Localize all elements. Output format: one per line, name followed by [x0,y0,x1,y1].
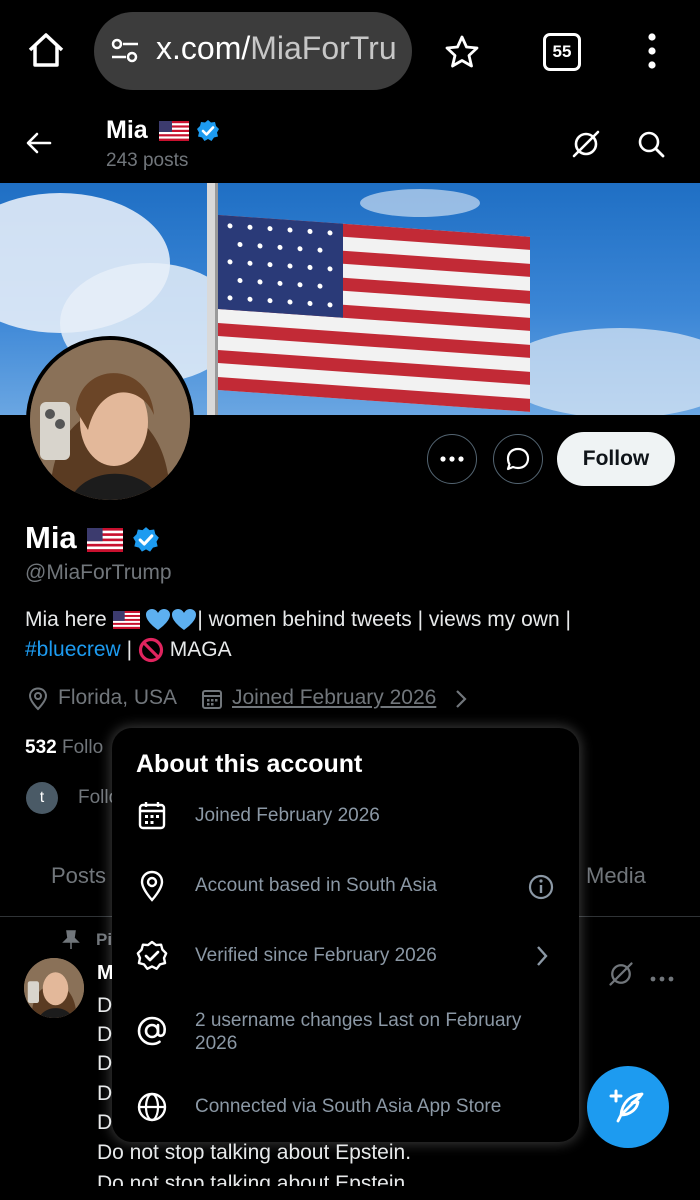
avatar-photo [30,340,190,500]
bio-maga-text: MAGA [169,638,232,661]
compose-post-button[interactable] [587,1066,669,1148]
calendar-icon [200,687,224,711]
chevron-right-icon [454,688,468,710]
site-settings-icon[interactable] [110,36,140,66]
back-button[interactable] [24,128,54,158]
more-horizontal-icon [440,456,464,462]
profile-name: Mia [25,520,160,556]
blue-heart-icon [146,609,171,631]
search-icon [638,131,665,158]
url-path: MiaForTrump [250,30,396,66]
info-icon[interactable] [527,873,555,901]
header-name: Mia [106,116,220,145]
popup-title: About this account [136,750,363,778]
us-flag-icon [158,121,189,142]
pin-icon [62,930,80,950]
popup-location-text: Account based in South Asia [195,875,437,896]
blue-heart-icon [172,609,197,631]
home-button[interactable] [26,30,66,70]
more-horizontal-icon [650,976,674,982]
popup-username-changes-text: 2 username changes Last on February 2026 [195,1010,522,1054]
tab-count-button[interactable]: 55 [543,33,581,71]
grok-icon [609,962,633,986]
back-arrow-icon [26,132,52,154]
search-button[interactable] [636,129,666,159]
at-sign-icon [136,1015,168,1047]
calendar-icon [136,800,168,832]
url-text[interactable]: x.com/MiaForTrump [156,30,396,67]
bluecrew-hashtag-link[interactable]: #bluecrew [25,638,121,661]
verified-badge-icon [136,940,168,972]
url-host: x.com/ [156,30,251,66]
tab-posts[interactable]: Posts [51,863,106,889]
message-button[interactable] [493,434,543,484]
popup-verified-text[interactable]: Verified since February 2026 [195,945,437,967]
avatar-photo [24,958,84,1018]
more-options-button[interactable] [427,434,477,484]
tweet-more-button[interactable] [650,970,674,982]
tweet-line: D [97,1111,113,1134]
profile-name-text: Mia [25,520,77,555]
verified-badge-icon [196,120,219,142]
bio-text: Mia here [25,608,107,631]
us-flag-icon [112,611,140,630]
popup-joined-text: Joined February 2026 [195,805,380,826]
tab-media[interactable]: Media [586,863,646,889]
profile-avatar[interactable] [26,336,194,504]
grok-button[interactable] [570,128,602,160]
browser-menu-button[interactable] [642,32,662,70]
following-count: 532 [25,737,57,758]
location-pin-icon [26,687,50,711]
grok-icon [572,130,600,158]
bio-text-continued: | women behind tweets | views my own | [197,608,571,631]
verified-badge-icon[interactable] [132,526,160,554]
globe-icon [136,1091,168,1123]
posts-count: 243 posts [106,150,189,171]
star-icon [445,35,479,68]
followed-by-avatar[interactable]: t [26,782,58,814]
home-icon [28,33,64,67]
compose-feather-icon [609,1089,644,1123]
popup-app-store-text: Connected via South Asia App Store [195,1096,502,1117]
profile-handle: @MiaForTrump [25,561,172,584]
following-label: Follo [61,737,104,758]
joined-date-link[interactable]: Joined February 2026 [232,686,436,710]
kebab-menu-icon [648,33,656,69]
tweet-avatar[interactable] [24,958,84,1018]
tweet-line: D [97,1082,113,1105]
tweet-grok-button[interactable] [607,960,635,988]
tweet-line: D [97,994,113,1017]
prohibited-icon [138,638,163,663]
tweet-line-full: Do not stop talking about Epstein. [97,1141,412,1164]
chevron-right-icon[interactable] [535,944,549,968]
follow-button[interactable]: Follow [557,432,675,486]
header-name-text: Mia [106,116,148,144]
profile-location: Florida, USA [58,686,178,709]
tweet-line-cut: Do not stop talking about Epstein. [97,1172,412,1186]
tweet-line: D [97,1023,113,1046]
bio-separator: | [126,638,133,661]
following-stat[interactable]: 532 Follo [25,737,103,759]
location-pin-icon [136,870,168,902]
bookmark-star-button[interactable] [444,34,480,70]
about-account-popup [112,728,579,1142]
tweet-line: D [97,1052,113,1075]
pinned-label: Pi [96,930,113,949]
message-bubble-icon [506,447,530,471]
us-flag-icon [87,527,124,552]
profile-bio: Mia here | women behind tweets | views m… [25,605,675,665]
